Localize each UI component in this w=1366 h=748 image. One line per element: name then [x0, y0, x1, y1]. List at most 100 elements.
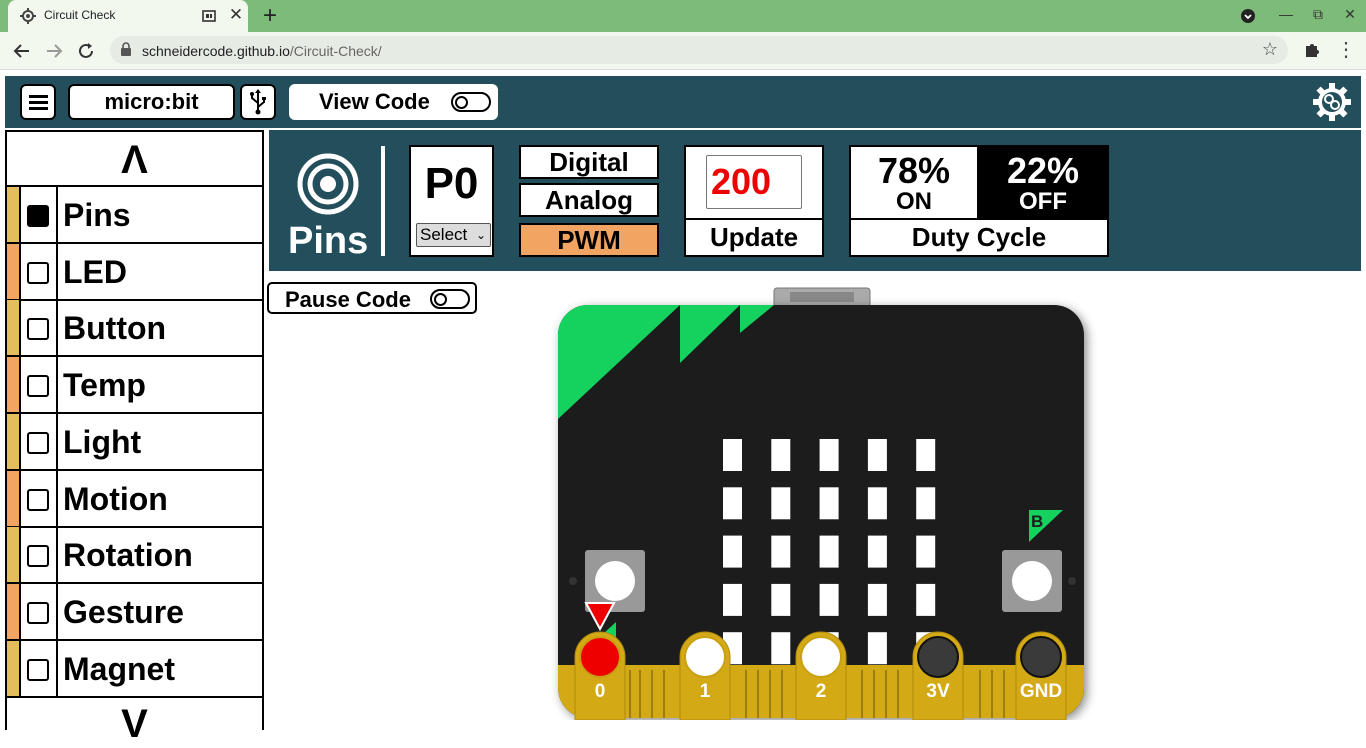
sidebar-item-motion[interactable]: Motion — [7, 470, 262, 528]
category-stripe — [7, 187, 21, 242]
divider — [56, 187, 58, 242]
checkbox[interactable] — [27, 261, 49, 284]
tab-close-icon[interactable]: ✕ — [226, 5, 246, 25]
forward-icon[interactable] — [42, 39, 66, 63]
led — [771, 439, 791, 471]
pause-code-switch[interactable] — [430, 289, 470, 309]
device-name[interactable]: micro:bit — [68, 84, 235, 120]
sidebar-item-label: Motion — [63, 480, 168, 517]
app-header: micro:bit View Code — [5, 76, 1361, 128]
sensor-sidebar: Λ Pins LED Button Temp Light Motion Rotation Ge… — [5, 130, 264, 746]
sidebar-item-button[interactable]: Button — [7, 300, 262, 358]
category-stripe — [7, 357, 21, 413]
url-host: schneidercode.github.io — [142, 43, 290, 59]
sidebar-item-rotation[interactable]: Rotation — [7, 527, 262, 585]
mode-analog-button[interactable]: Analog — [519, 183, 659, 217]
led — [771, 583, 791, 616]
pause-code-toggle[interactable]: Pause Code — [267, 282, 477, 314]
led — [867, 632, 887, 665]
pin-select-dropdown[interactable]: Select ⌄ — [416, 223, 491, 247]
checkbox[interactable] — [27, 205, 49, 227]
scroll-down-button[interactable]: V — [7, 700, 262, 746]
url-field[interactable]: schneidercode.github.io/Circuit-Check/ ☆ — [110, 36, 1288, 64]
duty-on-percent: 78% — [877, 150, 951, 191]
view-code-switch[interactable] — [451, 92, 491, 112]
target-icon — [297, 153, 359, 215]
pin-gnd[interactable]: GND — [1015, 631, 1067, 720]
led — [867, 583, 887, 616]
pwm-value-input[interactable]: 200 — [706, 155, 802, 209]
divider — [381, 146, 385, 256]
tab-search-icon[interactable] — [1240, 8, 1256, 24]
led — [916, 439, 936, 471]
divider — [56, 470, 58, 526]
restore-button[interactable]: ⧉ — [1306, 6, 1330, 23]
divider — [56, 640, 58, 696]
duty-off-label: OFF — [1019, 188, 1067, 215]
window-close-button[interactable]: ✕ — [1338, 6, 1362, 23]
browser-menu-icon[interactable]: ⋮ — [1336, 37, 1356, 62]
tab-title: Circuit Check — [44, 8, 116, 22]
mode-digital-button[interactable]: Digital — [519, 145, 659, 179]
sidebar-item-gesture[interactable]: Gesture — [7, 583, 262, 641]
sidebar-item-magnet[interactable]: Magnet — [7, 640, 262, 698]
divider — [56, 527, 58, 583]
checkbox[interactable] — [27, 318, 49, 341]
usb-connect-button[interactable] — [240, 84, 276, 120]
reload-icon[interactable] — [74, 39, 98, 63]
scroll-up-button[interactable]: Λ — [7, 130, 262, 187]
led — [723, 487, 742, 520]
divider — [56, 357, 58, 413]
lock-icon[interactable] — [120, 42, 132, 56]
checkbox[interactable] — [27, 545, 49, 568]
browser-tab[interactable]: Circuit Check ✕ — [8, 0, 248, 32]
extensions-puzzle-icon[interactable] — [1302, 40, 1322, 60]
duty-cycle-box: 78% ON 22% OFF Duty Cycle — [849, 145, 1109, 257]
new-tab-button[interactable]: + — [258, 2, 282, 30]
led — [819, 439, 839, 471]
sidebar-item-light[interactable]: Light — [7, 413, 262, 471]
pause-code-label: Pause Code — [285, 287, 411, 312]
hamburger-menu-button[interactable] — [20, 84, 56, 120]
address-bar: schneidercode.github.io/Circuit-Check/ ☆… — [0, 32, 1366, 70]
pin-hole — [579, 636, 621, 678]
checkbox[interactable] — [27, 375, 49, 398]
url-text: schneidercode.github.io/Circuit-Check/ — [142, 43, 382, 59]
led — [771, 632, 791, 665]
pin-3v[interactable]: 3V — [912, 631, 964, 720]
checkbox[interactable] — [27, 658, 49, 681]
divider — [56, 243, 58, 299]
checkbox[interactable] — [27, 601, 49, 624]
pin-select-value: Select — [420, 225, 468, 244]
sidebar-item-label: Rotation — [63, 537, 193, 574]
update-button[interactable]: Update — [686, 222, 822, 253]
button-b-label: B — [1031, 512, 1043, 531]
pin-2[interactable]: 2 — [795, 631, 847, 720]
led — [771, 487, 791, 520]
media-icon[interactable] — [201, 8, 217, 24]
settings-gear-icon[interactable] — [1312, 82, 1352, 122]
sidebar-item-label: Magnet — [63, 650, 175, 687]
back-icon[interactable] — [10, 39, 34, 63]
sidebar-item-temp[interactable]: Temp — [7, 357, 262, 415]
bookmark-star-icon[interactable]: ☆ — [1262, 39, 1278, 60]
checkbox[interactable] — [27, 431, 49, 454]
category-stripe — [7, 640, 21, 696]
checkbox[interactable] — [27, 488, 49, 511]
led — [723, 439, 742, 471]
led — [723, 583, 742, 616]
sidebar-item-pins[interactable]: Pins — [7, 187, 262, 244]
sidebar-item-label: Button — [63, 310, 167, 347]
minimize-button[interactable]: — — [1274, 6, 1298, 22]
divider — [56, 300, 58, 356]
pin-0[interactable]: 0 — [574, 631, 626, 720]
view-code-toggle[interactable]: View Code — [289, 84, 498, 120]
pin-label: 0 — [595, 681, 606, 702]
mode-pwm-button[interactable]: PWM — [519, 223, 659, 257]
category-stripe — [7, 300, 21, 356]
pin-1[interactable]: 1 — [679, 631, 731, 720]
divider — [56, 583, 58, 639]
category-stripe — [7, 583, 21, 639]
sidebar-item-led[interactable]: LED — [7, 243, 262, 301]
divider — [56, 413, 58, 469]
